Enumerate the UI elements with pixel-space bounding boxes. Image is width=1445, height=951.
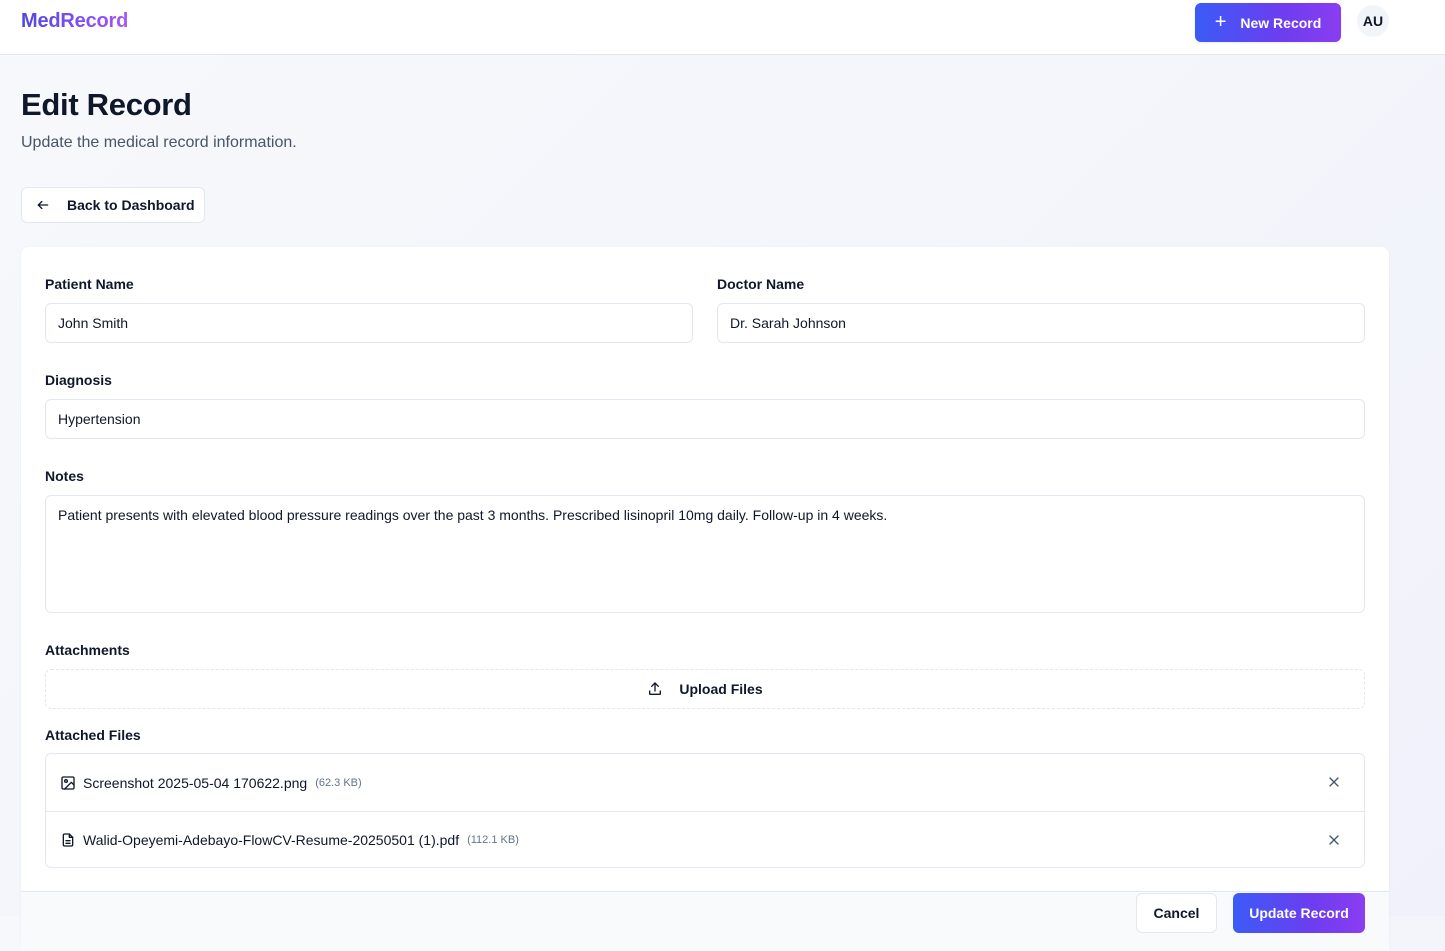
close-icon[interactable] bbox=[1326, 832, 1342, 848]
doctor-name-label: Doctor Name bbox=[717, 276, 805, 292]
document-icon bbox=[62, 833, 74, 847]
app-logo[interactable]: MedRecord bbox=[21, 10, 128, 33]
patient-name-input[interactable]: John Smith bbox=[45, 303, 693, 343]
back-to-dashboard-button[interactable]: Back to Dashboard bbox=[21, 187, 205, 223]
file-item: Walid-Opeyemi-Adebayo-FlowCV-Resume-2025… bbox=[46, 811, 1364, 867]
attachments-label: Attachments bbox=[45, 642, 130, 658]
notes-label: Notes bbox=[45, 468, 84, 484]
file-size: (112.1 KB) bbox=[467, 834, 519, 846]
upload-files-button[interactable]: Upload Files bbox=[45, 669, 1365, 709]
patient-name-label: Patient Name bbox=[45, 276, 134, 292]
diagnosis-input[interactable]: Hypertension bbox=[45, 399, 1365, 439]
plus-icon: + bbox=[1214, 10, 1227, 33]
page-subtitle: Update the medical record information. bbox=[21, 134, 297, 151]
attached-files-list: Screenshot 2025-05-04 170622.png (62.3 K… bbox=[45, 753, 1365, 868]
arrow-left-icon bbox=[37, 200, 49, 210]
user-avatar[interactable]: AU bbox=[1357, 5, 1389, 37]
upload-label: Upload Files bbox=[679, 681, 763, 697]
notes-textarea[interactable]: Patient presents with elevated blood pre… bbox=[45, 495, 1365, 613]
attached-files-label: Attached Files bbox=[45, 727, 141, 743]
edit-record-form: Patient Name John Smith Doctor Name Dr. … bbox=[21, 247, 1389, 951]
update-record-button[interactable]: Update Record bbox=[1233, 893, 1365, 933]
file-item: Screenshot 2025-05-04 170622.png (62.3 K… bbox=[46, 754, 1364, 811]
top-navbar: MedRecord + New Record AU bbox=[0, 0, 1445, 55]
file-name: Walid-Opeyemi-Adebayo-FlowCV-Resume-2025… bbox=[83, 832, 460, 848]
image-icon bbox=[61, 775, 75, 790]
back-label: Back to Dashboard bbox=[67, 197, 195, 213]
doctor-name-input[interactable]: Dr. Sarah Johnson bbox=[717, 303, 1365, 343]
new-record-label: New Record bbox=[1240, 14, 1322, 31]
page-title: Edit Record bbox=[21, 87, 192, 122]
upload-icon bbox=[649, 682, 662, 695]
diagnosis-label: Diagnosis bbox=[45, 372, 112, 388]
new-record-button[interactable]: + New Record bbox=[1195, 3, 1341, 42]
cancel-button[interactable]: Cancel bbox=[1136, 893, 1217, 933]
file-size: (62.3 KB) bbox=[315, 776, 362, 789]
file-name: Screenshot 2025-05-04 170622.png bbox=[83, 774, 308, 791]
close-icon[interactable] bbox=[1326, 774, 1342, 790]
